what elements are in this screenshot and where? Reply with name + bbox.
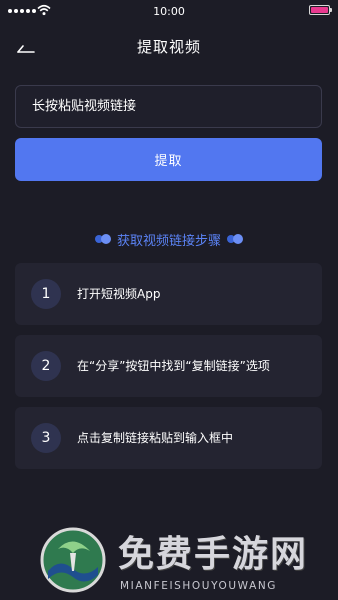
nav-bar: 提取视频 <box>0 28 338 64</box>
step-number: 2 <box>31 351 61 381</box>
steps-heading: 获取视频链接步骤 <box>0 228 338 250</box>
step-number: 3 <box>31 423 61 453</box>
battery-icon <box>309 5 332 15</box>
watermark-subtitle: MIANFEISHOUYOUWANG <box>120 580 278 592</box>
watermark-logo-icon <box>40 527 106 593</box>
watermark-title: 免费手游网 <box>118 533 309 575</box>
status-time: 10:00 <box>153 5 185 18</box>
extract-button[interactable]: 提取 <box>15 138 322 181</box>
page-title: 提取视频 <box>136 38 201 56</box>
step-card-3: 3 点击复制链接粘贴到输入框中 <box>15 407 322 469</box>
step-number: 1 <box>31 279 61 309</box>
video-link-input[interactable] <box>15 85 322 128</box>
watermark: 免费手游网 MIANFEISHOUYOUWANG <box>40 525 338 600</box>
status-bar: 10:00 <box>0 0 338 24</box>
step-text: 打开短视频App <box>77 287 161 301</box>
steps-heading-text: 获取视频链接步骤 <box>116 233 221 249</box>
step-text: 点击复制链接粘贴到输入框中 <box>77 431 234 445</box>
decorative-dots-icon <box>94 234 111 244</box>
step-text: 在“分享”按钮中找到“复制链接”选项 <box>77 359 270 373</box>
step-card-1: 1 打开短视频App <box>15 263 322 325</box>
decorative-dots-icon <box>227 234 243 244</box>
step-card-2: 2 在“分享”按钮中找到“复制链接”选项 <box>15 335 322 397</box>
